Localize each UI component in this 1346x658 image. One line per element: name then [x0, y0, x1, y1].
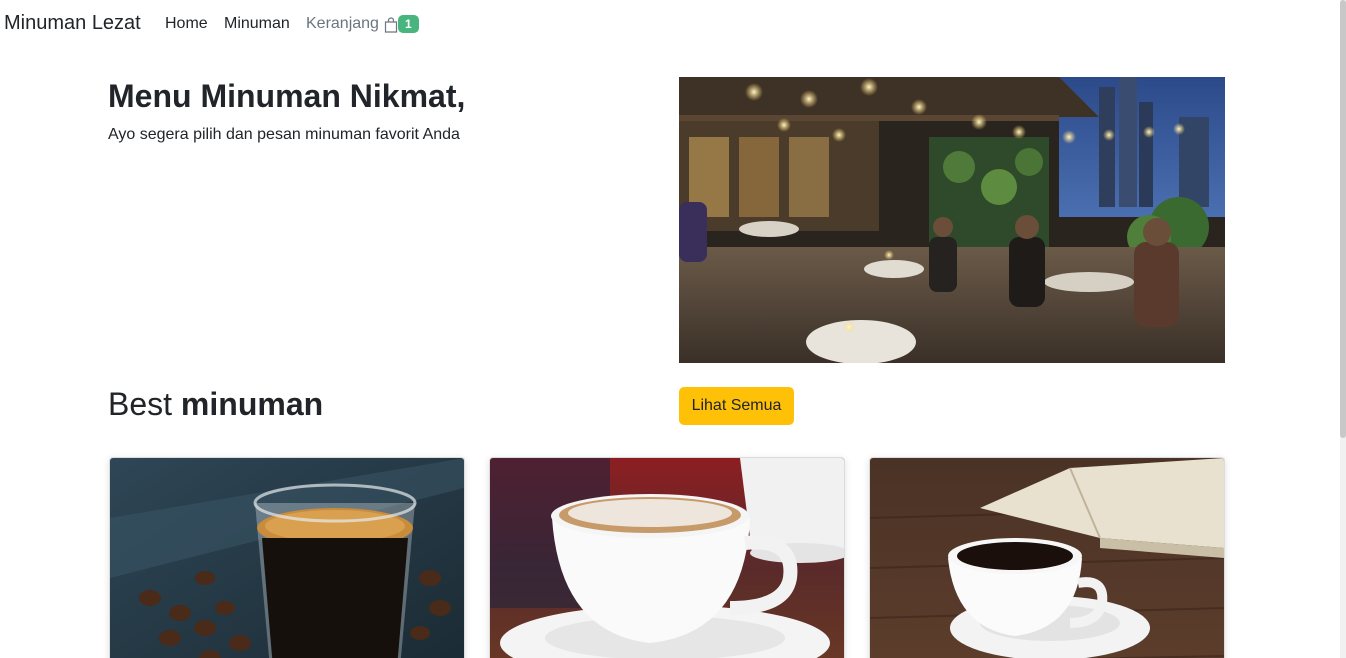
view-all-button[interactable]: Lihat Semua: [679, 387, 794, 425]
product-card[interactable]: [109, 457, 465, 658]
hero-cafe-image: [679, 77, 1225, 363]
product-card[interactable]: [489, 457, 845, 658]
cart-count-badge: 1: [397, 15, 419, 33]
section-title-light: Best: [108, 386, 181, 422]
navbar: Minuman Lezat Home Minuman Keranjang 1: [0, 0, 1340, 50]
page-scrollbar[interactable]: [1340, 0, 1346, 658]
nav-link-keranjang-label: Keranjang: [306, 15, 379, 32]
scrollbar-thumb[interactable]: [1340, 0, 1346, 438]
hero-subtitle: Ayo segera pilih dan pesan minuman favor…: [108, 126, 460, 143]
product-card[interactable]: [869, 457, 1225, 658]
product-image-cappuccino: [490, 458, 844, 658]
page: Minuman Lezat Home Minuman Keranjang 1 M…: [0, 0, 1346, 658]
section-title: Best minuman: [108, 386, 323, 423]
hero-title: Menu Minuman Nikmat,: [108, 78, 466, 114]
product-image-black-coffee: [870, 458, 1224, 658]
brand-link[interactable]: Minuman Lezat: [4, 12, 141, 35]
section-title-bold: minuman: [180, 386, 324, 422]
nav-link-minuman[interactable]: Minuman: [224, 15, 290, 33]
product-image-espresso: [110, 458, 464, 658]
nav-link-keranjang[interactable]: Keranjang 1: [306, 15, 419, 33]
shopping-bag-icon: [384, 17, 398, 33]
nav-link-home[interactable]: Home: [165, 15, 208, 33]
